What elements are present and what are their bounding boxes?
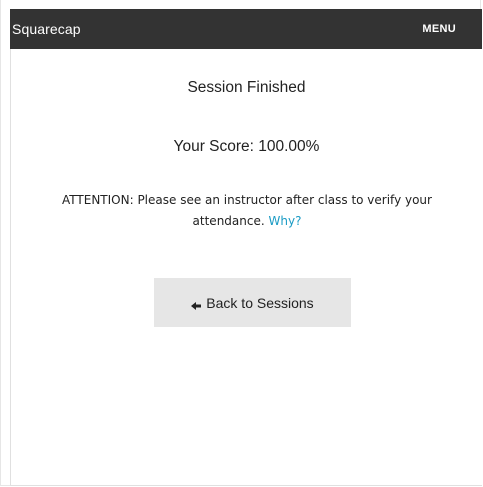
session-content: Session Finished Your Score: 100.00% ATT… (10, 49, 482, 486)
score-text: Your Score: 100.00% (173, 138, 320, 155)
session-title: Session Finished (187, 79, 306, 96)
menu-button[interactable]: MENU (422, 23, 456, 35)
top-navbar: Squarecap MENU (10, 9, 482, 49)
arrow-left-icon (191, 298, 202, 310)
attention-text: ATTENTION: Please see an instructor afte… (62, 193, 432, 228)
brand-logo-text[interactable]: Squarecap (12, 21, 81, 37)
attention-message: ATTENTION: Please see an instructor afte… (41, 190, 453, 232)
back-to-sessions-button[interactable]: Back to Sessions (154, 278, 351, 327)
back-button-label: Back to Sessions (206, 294, 314, 311)
why-link[interactable]: Why? (269, 214, 302, 228)
page-frame: Squarecap MENU Session Finished Your Sco… (0, 0, 482, 486)
